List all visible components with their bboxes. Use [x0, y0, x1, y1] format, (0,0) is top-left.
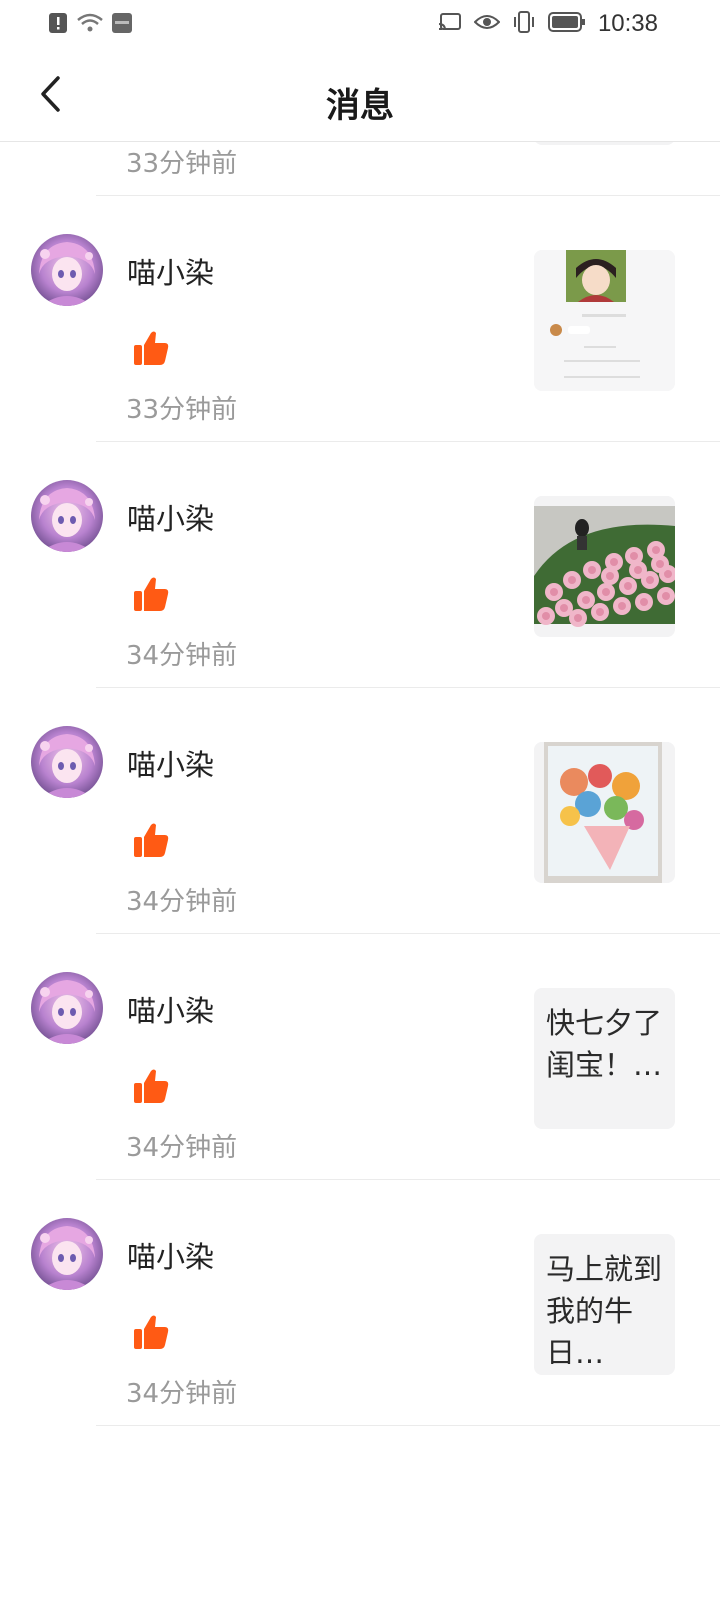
status-bar: 10:38: [0, 0, 720, 50]
avatar[interactable]: [31, 726, 103, 798]
battery-icon: [547, 12, 586, 36]
thumbs-up-icon: [132, 821, 170, 859]
post-preview[interactable]: [534, 742, 675, 883]
username[interactable]: 喵小染: [127, 988, 214, 1030]
wifi-icon: [76, 12, 104, 38]
preview-text: 快七夕了闺宝！…: [546, 1006, 663, 1082]
timestamp: 34分钟前: [126, 1379, 238, 1409]
timestamp: 33分钟前: [126, 149, 238, 179]
timestamp: 33分钟前: [126, 395, 238, 425]
message-item[interactable]: 喵小染 33分钟前: [0, 196, 720, 442]
cast-icon: [438, 12, 462, 36]
avatar[interactable]: [31, 1218, 103, 1290]
message-item[interactable]: 喵小染 33分钟前 我玩迷你跑酷时，…: [0, 142, 720, 196]
thumbs-up-icon: [132, 329, 170, 367]
vibrate-icon: [512, 11, 536, 37]
username[interactable]: 喵小染: [127, 496, 214, 538]
timestamp: 34分钟前: [126, 1133, 238, 1163]
message-item[interactable]: 喵小染 34分钟前 快七夕了闺宝！…: [0, 934, 720, 1180]
timestamp: 34分钟前: [126, 887, 238, 917]
page-title: 消息: [326, 86, 394, 126]
flower-painting-photo: [534, 742, 675, 883]
thumbs-up-icon: [132, 1067, 170, 1105]
post-preview[interactable]: [534, 250, 675, 391]
divider: [96, 1425, 720, 1426]
username[interactable]: 喵小染: [127, 250, 214, 292]
message-item[interactable]: 喵小染 34分钟前: [0, 688, 720, 934]
message-list[interactable]: 喵小染 33分钟前 我玩迷你跑酷时，…: [0, 142, 720, 1600]
pink-flowers-photo: [534, 496, 675, 637]
avatar[interactable]: [31, 972, 103, 1044]
message-item[interactable]: 喵小染 34分钟前: [0, 442, 720, 688]
alert-icon: [48, 12, 68, 38]
avatar[interactable]: [31, 480, 103, 552]
post-preview[interactable]: [534, 496, 675, 637]
timestamp: 34分钟前: [126, 641, 238, 671]
app-header: 消息: [0, 50, 720, 142]
preview-text: 马上就到我的牛日…: [546, 1252, 663, 1364]
chat-screenshot: [534, 250, 675, 391]
thumbs-up-icon: [132, 1313, 170, 1351]
username[interactable]: 喵小染: [127, 1234, 214, 1276]
hms-icon: [112, 13, 132, 37]
avatar[interactable]: [31, 234, 103, 306]
clock: 10:38: [597, 10, 658, 37]
thumbs-up-icon: [132, 575, 170, 613]
post-preview[interactable]: 我玩迷你跑酷时，…: [534, 142, 675, 145]
username[interactable]: 喵小染: [127, 742, 214, 784]
eye-icon: [473, 13, 501, 35]
post-preview[interactable]: 马上就到我的牛日…: [534, 1234, 675, 1375]
post-preview[interactable]: 快七夕了闺宝！…: [534, 988, 675, 1129]
message-item[interactable]: 喵小染 34分钟前 马上就到我的牛日…: [0, 1180, 720, 1426]
